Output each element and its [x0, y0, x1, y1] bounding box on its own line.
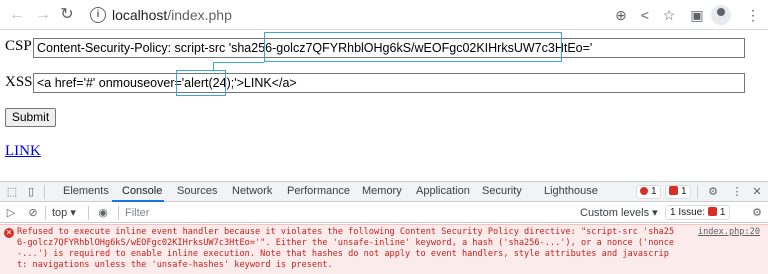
injected-link[interactable]: LINK [5, 143, 41, 160]
url-text[interactable]: localhost/index.php [112, 7, 232, 23]
xss-label: XSS [5, 74, 33, 90]
tab-application[interactable]: Application [416, 185, 470, 197]
inspect-element-icon[interactable]: ⬚ [5, 185, 19, 199]
highlight-connector [213, 62, 214, 71]
filter-input[interactable]: Filter [123, 205, 573, 221]
divider [88, 206, 89, 220]
tab-console[interactable]: Console [122, 185, 162, 197]
bookmark-star-icon[interactable]: ☆ [660, 6, 678, 24]
gear-icon[interactable]: ⚙ [706, 185, 720, 199]
submit-button[interactable]: Submit [5, 108, 56, 127]
zoom-icon[interactable]: ⊕ [612, 6, 630, 24]
tab-network[interactable]: Network [232, 185, 272, 197]
tab-elements[interactable]: Elements [63, 185, 109, 197]
reload-icon[interactable]: ↻ [58, 6, 76, 24]
error-message-text[interactable]: Refused to execute inline event handler … [17, 227, 677, 271]
eye-icon[interactable]: ◉ [96, 206, 110, 220]
xss-input[interactable]: <a href='#' onmouseover='alert(24);'>LIN… [33, 73, 745, 93]
highlight-connector-h [213, 62, 264, 63]
browser-toolbar: ← → ↻ i localhost/index.php ⊕ < ☆ ▣ ⋮ [0, 0, 768, 30]
sidebar-toggle-icon[interactable]: ▷ [4, 206, 18, 220]
csp-input[interactable]: Content-Security-Policy: script-src 'sha… [33, 38, 745, 58]
info-icon[interactable]: i [90, 7, 106, 23]
divider [118, 206, 119, 220]
url-path: /index.php [167, 7, 232, 23]
error-count: 1 [651, 186, 657, 197]
console-error-message: ✕ Refused to execute inline event handle… [0, 224, 768, 274]
context-selector[interactable]: top ▾ [52, 206, 76, 219]
forward-icon[interactable]: → [34, 6, 52, 24]
tab-performance[interactable]: Performance [287, 185, 350, 197]
page-content: CSP Content-Security-Policy: script-src … [0, 31, 768, 181]
issue-flag-icon [707, 207, 717, 216]
console-settings-icon[interactable]: ⚙ [750, 206, 764, 220]
issue-flag-icon [669, 186, 678, 195]
message-source-link[interactable]: index.php:20 [698, 227, 760, 238]
device-toolbar-icon[interactable]: ▯ [24, 185, 38, 199]
devtools-tab-bar: ⬚ ▯ Elements Console Sources Network Per… [0, 182, 768, 202]
log-levels-dropdown[interactable]: Custom levels ▾ [580, 206, 658, 219]
error-dot-icon [640, 187, 648, 195]
profile-avatar[interactable] [711, 5, 731, 25]
error-count-badge[interactable]: 1 [636, 185, 661, 199]
issues-label: 1 Issue: [670, 207, 706, 218]
issue-count-badge[interactable]: 1 [665, 185, 691, 199]
menu-icon[interactable]: ⋮ [744, 6, 762, 24]
divider [45, 206, 46, 220]
share-icon[interactable]: < [636, 6, 654, 24]
back-icon[interactable]: ← [8, 6, 26, 24]
devtools-panel: ⬚ ▯ Elements Console Sources Network Per… [0, 181, 768, 274]
close-icon[interactable]: ✕ [750, 185, 764, 199]
clear-console-icon[interactable]: ⊘ [26, 206, 40, 220]
tab-lighthouse[interactable]: Lighthouse [544, 185, 598, 197]
url-host: localhost [112, 7, 168, 23]
console-toolbar: ▷ ⊘ top ▾ ◉ Filter Custom levels ▾ 1 Iss… [0, 203, 768, 223]
context-label: top [52, 207, 68, 219]
error-icon: ✕ [4, 228, 14, 238]
divider [697, 185, 698, 199]
chevron-down-icon: ▾ [70, 207, 76, 219]
issues-button[interactable]: 1 Issue: 1 [665, 205, 731, 220]
issue-count: 1 [681, 186, 687, 197]
active-tab-indicator [112, 200, 164, 202]
csp-label: CSP [5, 38, 32, 54]
tab-memory[interactable]: Memory [362, 185, 402, 197]
more-options-icon[interactable]: ⋮ [730, 185, 744, 199]
divider [44, 185, 45, 199]
side-panel-icon[interactable]: ▣ [688, 6, 706, 24]
tab-sources[interactable]: Sources [177, 185, 217, 197]
tab-security[interactable]: Security [482, 185, 522, 197]
issues-badge: 1 [719, 207, 726, 218]
